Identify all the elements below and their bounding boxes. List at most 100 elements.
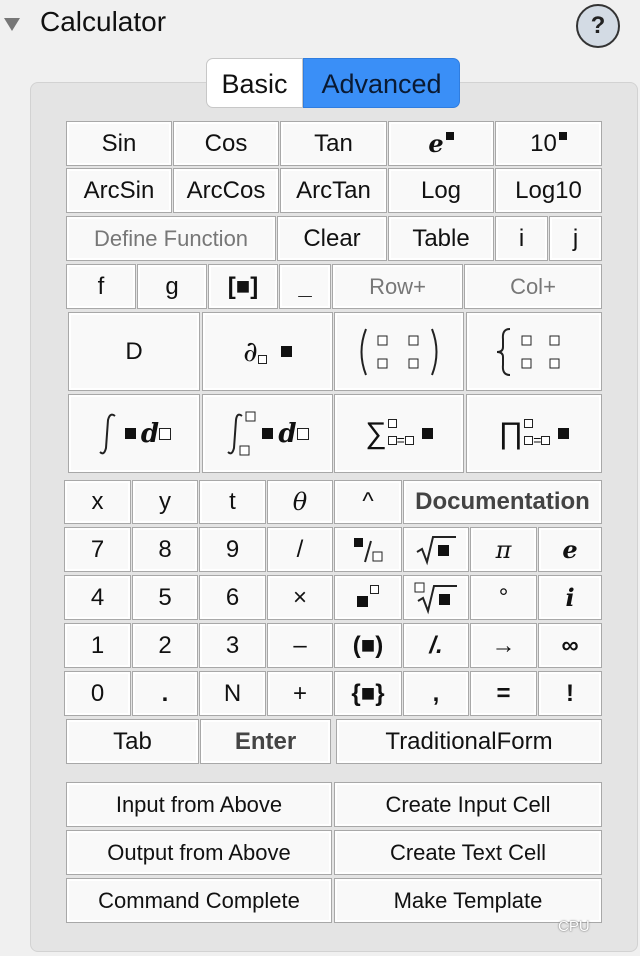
key-8[interactable]: 8 (132, 527, 198, 572)
pow10-button[interactable]: 10 (495, 121, 602, 166)
piecewise-icon (496, 327, 560, 376)
derivative-button[interactable]: D (68, 312, 200, 391)
key-5[interactable]: 5 (132, 575, 198, 620)
e-button[interactable]: e (538, 527, 602, 572)
key-1[interactable]: 1 (64, 623, 131, 668)
piecewise-button[interactable] (466, 312, 602, 391)
equals-button[interactable]: = (470, 671, 537, 716)
key-minus[interactable]: – (267, 623, 333, 668)
underscore-button[interactable]: _ (279, 264, 331, 309)
tan-button[interactable]: Tan (280, 121, 387, 166)
enter-button[interactable]: Enter (200, 719, 331, 764)
key-9[interactable]: 9 (199, 527, 266, 572)
placeholder-icon (541, 435, 551, 445)
key-6[interactable]: 6 (199, 575, 266, 620)
exp-button[interactable]: e (388, 121, 494, 166)
degree-button[interactable]: ° (470, 575, 537, 620)
key-0[interactable]: 0 (64, 671, 131, 716)
create-input-cell-button[interactable]: Create Input Cell (334, 782, 602, 827)
product-symbol: ∏ (498, 416, 524, 450)
g-button[interactable]: g (137, 264, 207, 309)
create-text-cell-button[interactable]: Create Text Cell (334, 830, 602, 875)
log10-button[interactable]: Log10 (495, 168, 602, 213)
arcsin-button[interactable]: ArcSin (66, 168, 172, 213)
key-plus[interactable]: + (267, 671, 333, 716)
f-button[interactable]: f (66, 264, 136, 309)
y-button[interactable]: y (132, 480, 198, 524)
key-4[interactable]: 4 (64, 575, 131, 620)
i-button[interactable]: i (495, 216, 548, 261)
t-button[interactable]: t (199, 480, 266, 524)
parentheses-button[interactable]: (■) (334, 623, 402, 668)
input-from-above-button[interactable]: Input from Above (66, 782, 332, 827)
header: Calculator ? (0, 0, 640, 56)
caret-button[interactable]: ^ (334, 480, 402, 524)
placeholder-icon (159, 427, 172, 440)
placeholder-icon (524, 435, 534, 445)
placeholder-icon (296, 427, 309, 440)
arctan-button[interactable]: ArcTan (280, 168, 387, 213)
placeholder-icon (387, 419, 397, 428)
j-button[interactable]: j (549, 216, 602, 261)
col-plus-button[interactable]: Col+ (464, 264, 602, 309)
product-lower: = (524, 432, 551, 448)
placeholder-icon (387, 435, 397, 445)
clear-button[interactable]: Clear (277, 216, 387, 261)
theta-button[interactable]: θ (267, 480, 333, 524)
n-button[interactable]: N (199, 671, 266, 716)
page-title: Calculator (40, 6, 167, 37)
key-3[interactable]: 3 (199, 623, 266, 668)
product-button[interactable]: ∏ = (466, 394, 602, 473)
make-template-button[interactable]: Make Template (334, 878, 602, 923)
factorial-button[interactable]: ! (538, 671, 602, 716)
list-button[interactable]: [■] (208, 264, 278, 309)
arccos-button[interactable]: ArcCos (173, 168, 279, 213)
command-complete-button[interactable]: Command Complete (66, 878, 332, 923)
tab-advanced[interactable]: Advanced (303, 58, 460, 108)
definite-integral-d: d (278, 418, 297, 449)
sin-button[interactable]: Sin (66, 121, 172, 166)
traditional-form-button[interactable]: TraditionalForm (336, 719, 602, 764)
key-dot[interactable]: . (132, 671, 198, 716)
comma-button[interactable]: , (403, 671, 469, 716)
tab-button[interactable]: Tab (66, 719, 199, 764)
fraction-icon (354, 537, 383, 562)
key-times[interactable]: × (267, 575, 333, 620)
product-limits: = (524, 419, 551, 448)
log-button[interactable]: Log (388, 168, 494, 213)
sum-button[interactable]: ∑ = (334, 394, 464, 473)
pi-button[interactable]: π (470, 527, 537, 572)
collapse-triangle-icon[interactable] (4, 18, 20, 31)
fraction-button[interactable] (334, 527, 402, 572)
documentation-button[interactable]: Documentation (403, 480, 602, 524)
cos-button[interactable]: Cos (173, 121, 279, 166)
infinity-button[interactable]: ∞ (538, 623, 602, 668)
output-from-above-button[interactable]: Output from Above (66, 830, 332, 875)
definite-integral-button[interactable]: d (202, 394, 333, 473)
imaginary-i-button[interactable]: i (538, 575, 602, 620)
key-7[interactable]: 7 (64, 527, 131, 572)
key-divide[interactable]: / (267, 527, 333, 572)
x-button[interactable]: x (64, 480, 131, 524)
row-plus-button[interactable]: Row+ (332, 264, 463, 309)
definite-integral-icon (227, 411, 256, 455)
tab-basic[interactable]: Basic (206, 58, 303, 108)
braces-button[interactable]: {■} (334, 671, 402, 716)
placeholder-icon (262, 428, 274, 439)
matrix-icon (360, 328, 438, 375)
table-button[interactable]: Table (388, 216, 494, 261)
integral-button[interactable]: d (68, 394, 200, 473)
placeholder-icon (370, 585, 379, 594)
partial-derivative-button[interactable]: ∂ (202, 312, 333, 391)
nth-root-icon (414, 582, 457, 614)
replace-all-button[interactable]: /. (403, 623, 469, 668)
help-button[interactable]: ? (576, 4, 620, 48)
sqrt-button[interactable] (403, 527, 469, 572)
key-2[interactable]: 2 (132, 623, 198, 668)
define-function-button[interactable]: Define Function (66, 216, 276, 261)
power-button[interactable] (334, 575, 402, 620)
placeholder-icon (280, 346, 292, 357)
arrow-button[interactable]: → (470, 623, 537, 668)
matrix-button[interactable] (334, 312, 464, 391)
nth-root-button[interactable] (403, 575, 469, 620)
